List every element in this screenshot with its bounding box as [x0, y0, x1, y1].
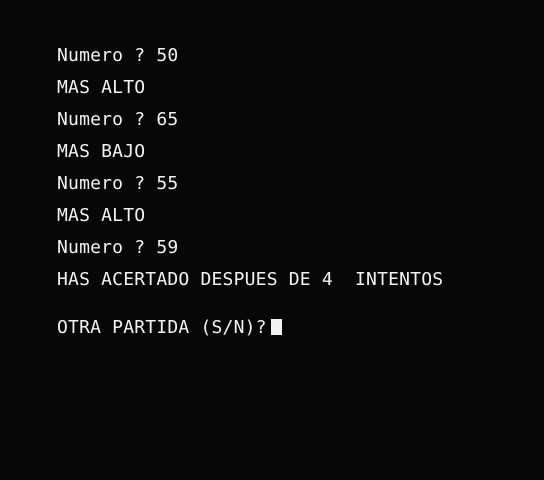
prompt-line[interactable]: OTRA PARTIDA (S/N)? [57, 316, 282, 340]
output-line-hint-3: MAS ALTO [57, 205, 146, 226]
output-line-guess-2: Numero ? 65 [57, 109, 179, 130]
output-line-guess-3: Numero ? 55 [57, 173, 179, 194]
output-line-guess-4: Numero ? 59 [57, 237, 179, 258]
output-line-guess-1: Numero ? 50 [57, 45, 179, 66]
prompt-text: OTRA PARTIDA (S/N)? [57, 317, 267, 338]
output-line-hint-1: MAS ALTO [57, 77, 146, 98]
output-line-hint-2: MAS BAJO [57, 141, 146, 162]
terminal-screen[interactable]: Numero ? 50 MAS ALTO Numero ? 65 MAS BAJ… [0, 0, 544, 480]
text-cursor[interactable] [270, 319, 282, 335]
output-line-result: HAS ACERTADO DESPUES DE 4 INTENTOS [57, 269, 444, 290]
